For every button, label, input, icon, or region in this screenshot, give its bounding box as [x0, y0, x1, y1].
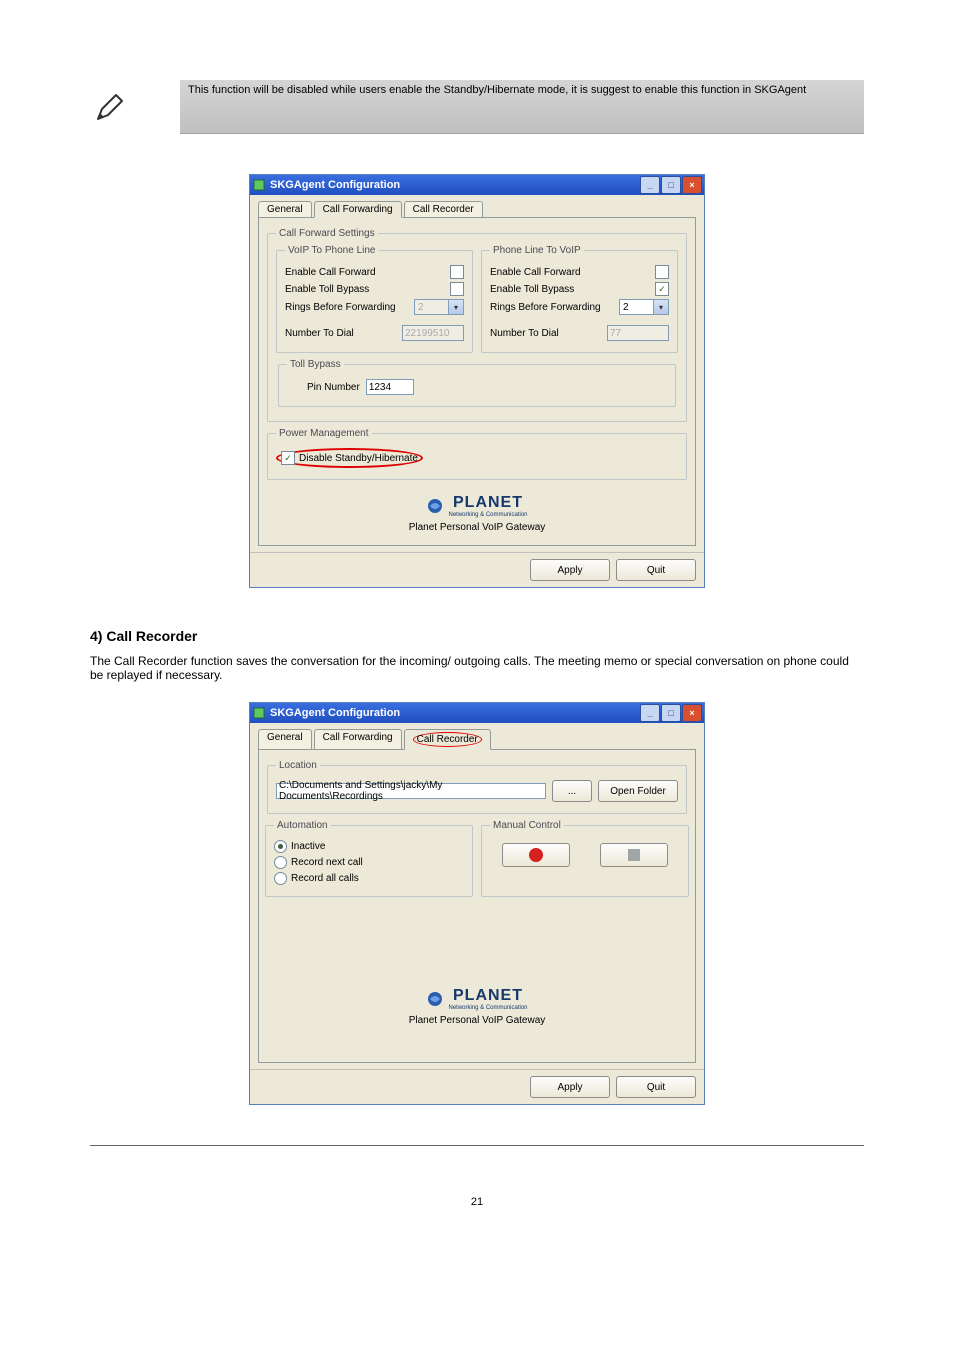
apply-button[interactable]: Apply [530, 559, 610, 581]
label-record-all: Record all calls [291, 873, 359, 884]
close-button[interactable]: × [682, 176, 702, 194]
brand-caption: Planet Personal VoIP Gateway [265, 522, 689, 533]
group-call-forward-settings: Call Forward Settings [276, 228, 378, 239]
maximize-button[interactable]: □ [661, 176, 681, 194]
checkbox-enable-call-forward-right[interactable] [655, 265, 669, 279]
tab-call-forwarding[interactable]: Call Forwarding [314, 729, 402, 750]
window-title: SKGAgent Configuration [270, 707, 640, 719]
chevron-down-icon: ▾ [448, 300, 463, 314]
app-icon [252, 706, 266, 720]
label-rings-left: Rings Before Forwarding [285, 302, 414, 313]
group-voip-to-phone: VoIP To Phone Line [285, 245, 379, 256]
close-button[interactable]: × [682, 704, 702, 722]
minimize-button[interactable]: _ [640, 176, 660, 194]
group-manual-control: Manual Control [490, 820, 564, 831]
quit-button[interactable]: Quit [616, 1076, 696, 1098]
checkbox-enable-call-forward-left[interactable] [450, 265, 464, 279]
group-phone-to-voip: Phone Line To VoIP [490, 245, 584, 256]
open-folder-button[interactable]: Open Folder [598, 780, 678, 802]
radio-record-next[interactable] [274, 856, 287, 869]
checkbox-enable-toll-bypass-right[interactable]: ✓ [655, 282, 669, 296]
label-enable-toll-bypass-right: Enable Toll Bypass [490, 284, 655, 295]
footer-rule [90, 1145, 864, 1146]
window-title: SKGAgent Configuration [270, 179, 640, 191]
planet-logo: PLANET Networking & Communication [426, 494, 527, 518]
input-pin-number[interactable]: 1234 [366, 379, 414, 395]
minimize-button[interactable]: _ [640, 704, 660, 722]
label-number-to-dial-left: Number To Dial [285, 328, 402, 339]
maximize-button[interactable]: □ [661, 704, 681, 722]
tab-call-recorder[interactable]: Call Recorder [404, 201, 483, 218]
titlebar: SKGAgent Configuration _ □ × [250, 703, 704, 723]
note-banner: This function will be disabled while use… [180, 80, 864, 134]
record-button[interactable] [502, 843, 570, 867]
radio-record-all[interactable] [274, 872, 287, 885]
chevron-down-icon: ▾ [653, 300, 668, 314]
record-icon [529, 848, 543, 862]
label-enable-call-forward-left: Enable Call Forward [285, 267, 450, 278]
circled-highlight-tab: Call Recorder [413, 732, 482, 747]
stop-icon [628, 849, 640, 861]
label-inactive: Inactive [291, 841, 325, 852]
tab-general[interactable]: General [258, 729, 312, 750]
combo-rings-right[interactable]: 2 ▾ [619, 299, 669, 315]
pen-icon [90, 87, 130, 127]
label-record-next: Record next call [291, 857, 363, 868]
group-location: Location [276, 760, 320, 771]
section-title-call-recorder: 4) Call Recorder [90, 628, 864, 644]
combo-rings-left[interactable]: 2 ▾ [414, 299, 464, 315]
group-power-management: Power Management [276, 428, 372, 439]
screenshot-call-recorder: SKGAgent Configuration _ □ × General Cal… [249, 702, 705, 1105]
radio-inactive[interactable] [274, 840, 287, 853]
tab-call-recorder[interactable]: Call Recorder [404, 729, 491, 750]
planet-logo: PLANET Networking & Communication [426, 987, 527, 1011]
label-disable-standby: Disable Standby/Hibernate [299, 453, 418, 464]
group-automation: Automation [274, 820, 331, 831]
input-number-to-dial-left[interactable]: 22199510 [402, 325, 464, 341]
label-number-to-dial-right: Number To Dial [490, 328, 607, 339]
page-number: 21 [90, 1196, 864, 1208]
group-toll-bypass: Toll Bypass [287, 359, 344, 370]
label-enable-toll-bypass-left: Enable Toll Bypass [285, 284, 450, 295]
input-number-to-dial-right[interactable]: 77 [607, 325, 669, 341]
label-rings-right: Rings Before Forwarding [490, 302, 619, 313]
brand-caption: Planet Personal VoIP Gateway [265, 1015, 689, 1026]
label-pin-number: Pin Number [307, 382, 360, 393]
checkbox-enable-toll-bypass-left[interactable] [450, 282, 464, 296]
quit-button[interactable]: Quit [616, 559, 696, 581]
screenshot-call-forwarding: SKGAgent Configuration _ □ × General Cal… [249, 174, 705, 588]
app-icon [252, 178, 266, 192]
section-body-text: The Call Recorder function saves the con… [90, 654, 864, 682]
stop-button[interactable] [600, 843, 668, 867]
checkbox-disable-standby[interactable]: ✓ [281, 451, 295, 465]
apply-button[interactable]: Apply [530, 1076, 610, 1098]
browse-button[interactable]: ... [552, 780, 592, 802]
tab-call-forwarding[interactable]: Call Forwarding [314, 201, 402, 218]
label-enable-call-forward-right: Enable Call Forward [490, 267, 655, 278]
input-location-path[interactable]: C:\Documents and Settings\jacky\My Docum… [276, 783, 546, 799]
circled-highlight: ✓ Disable Standby/Hibernate [276, 448, 423, 468]
titlebar: SKGAgent Configuration _ □ × [250, 175, 704, 195]
tab-general[interactable]: General [258, 201, 312, 218]
